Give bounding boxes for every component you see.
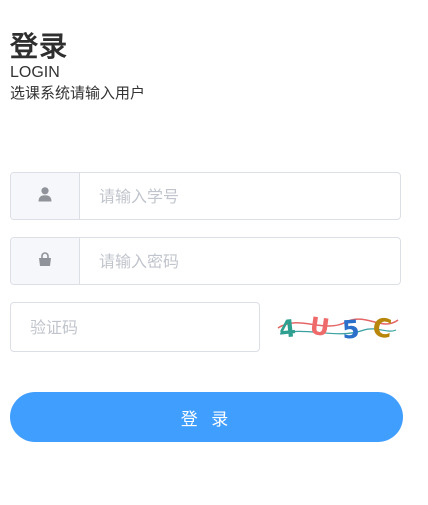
page-description: 选课系统请输入用户 [10, 84, 146, 102]
captcha-field [10, 302, 260, 352]
user-icon [37, 186, 53, 206]
password-input[interactable] [80, 238, 400, 284]
password-field [10, 237, 401, 285]
captcha-char-4: C [371, 313, 393, 345]
captcha-char-1: 4 [278, 314, 298, 344]
page-subtitle: LOGIN [10, 64, 60, 81]
login-button[interactable]: 登 录 [10, 392, 403, 442]
captcha-char-2: U [308, 312, 331, 342]
captcha-image[interactable]: 4 U 5 C [276, 304, 400, 346]
captcha-input[interactable] [11, 303, 259, 351]
password-prefix [11, 238, 80, 284]
login-header: 登录 LOGIN 选课系统请输入用户 [10, 30, 145, 104]
page-title: 登录 [10, 30, 69, 63]
student-id-input[interactable] [80, 173, 400, 219]
lock-icon [37, 251, 53, 271]
captcha-char-3: 5 [341, 315, 360, 345]
student-id-field [10, 172, 401, 220]
student-id-prefix [11, 173, 80, 219]
